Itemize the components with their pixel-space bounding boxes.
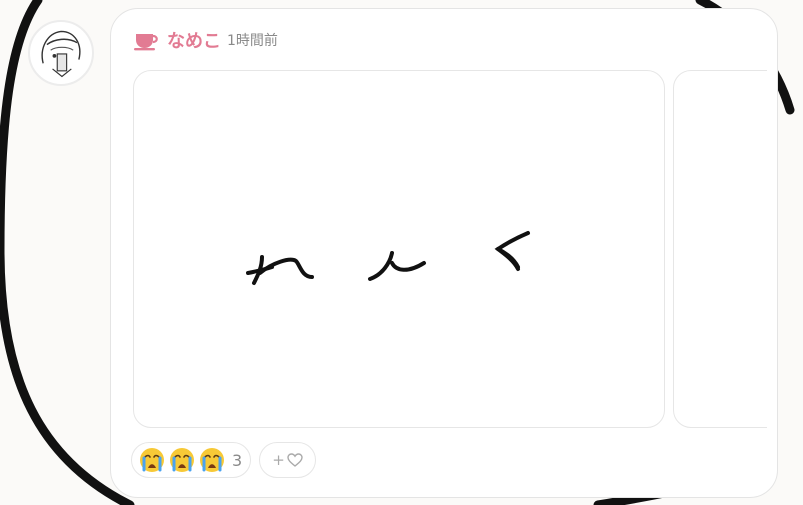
crying-face-icon: [140, 448, 164, 472]
post-card[interactable]: なめこ 1時間前 3 +: [110, 8, 778, 498]
heart-outline-icon: [287, 453, 303, 467]
add-reaction-label: +: [272, 451, 285, 469]
image-carousel[interactable]: [133, 70, 767, 430]
avatar-illustration: [32, 24, 90, 82]
reaction-bar: 3 +: [131, 442, 316, 478]
teacup-icon: [134, 34, 158, 51]
reaction-count: 3: [232, 450, 243, 470]
post-timestamp: 1時間前: [227, 33, 278, 49]
crying-face-icon: [200, 448, 224, 472]
drawing-image-next[interactable]: [673, 70, 767, 428]
add-reaction-button[interactable]: +: [259, 442, 316, 478]
handwritten-drawing: [246, 231, 530, 285]
username-link[interactable]: なめこ: [167, 27, 221, 53]
drawing-image[interactable]: [133, 70, 665, 428]
reaction-crying-button[interactable]: 3: [131, 442, 252, 478]
crying-face-icon: [170, 448, 194, 472]
user-avatar[interactable]: [28, 20, 94, 86]
post-header: なめこ 1時間前: [133, 27, 278, 53]
